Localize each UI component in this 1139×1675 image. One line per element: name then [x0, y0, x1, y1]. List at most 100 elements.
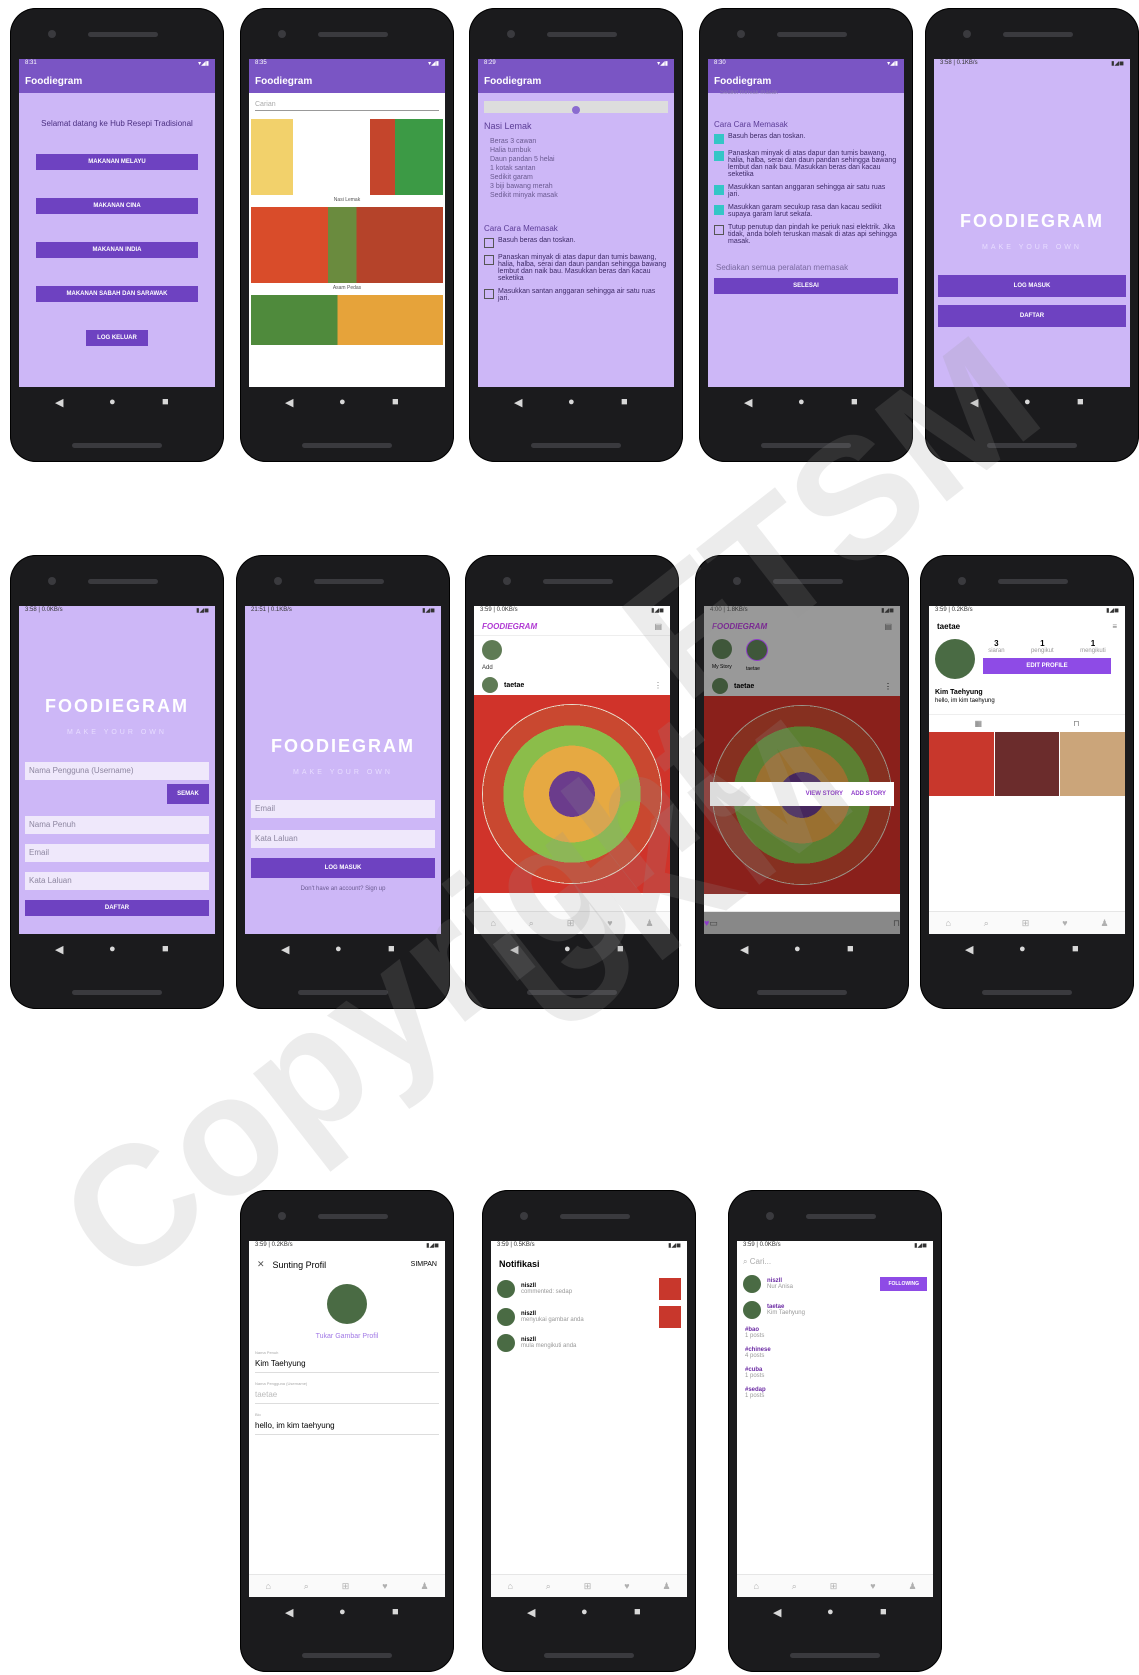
search-icon[interactable]: ⌕	[792, 1581, 797, 1592]
post-thumbnail[interactable]	[1060, 732, 1125, 796]
home-icon[interactable]: ●	[794, 943, 801, 955]
recents-icon[interactable]: ■	[388, 943, 395, 955]
home-icon[interactable]: ⌂	[945, 918, 950, 928]
check-username-button[interactable]: SEMAK	[167, 784, 209, 804]
post-image[interactable]	[474, 695, 670, 893]
back-icon[interactable]: ◀	[510, 943, 518, 956]
notification-item[interactable]: niszll menyukai gambar anda	[491, 1303, 687, 1331]
heart-icon[interactable]: ♥	[624, 1581, 629, 1591]
post-thumbnail[interactable]	[659, 1278, 681, 1300]
password-field[interactable]: Kata Laluan	[251, 830, 435, 848]
saved-icon[interactable]: ⊓	[1073, 719, 1079, 728]
menu-icon[interactable]: ≡	[1112, 622, 1117, 631]
step-checkbox[interactable]: Tutup penutup dan pindah ke periuk nasi …	[714, 224, 898, 245]
recents-icon[interactable]: ■	[847, 943, 854, 955]
recents-icon[interactable]: ■	[392, 1606, 399, 1618]
post-username[interactable]: taetae	[734, 683, 884, 690]
home-icon[interactable]: ⌂	[753, 1581, 758, 1591]
done-button[interactable]: SELESAI	[714, 278, 898, 294]
heart-icon[interactable]: ♥	[1062, 918, 1067, 928]
search-icon[interactable]: ⌕	[304, 1581, 309, 1592]
change-photo-link[interactable]: Tukar Gambar Profil	[249, 1333, 445, 1340]
recents-icon[interactable]: ■	[851, 396, 858, 408]
back-icon[interactable]: ◀	[740, 943, 748, 956]
heart-icon[interactable]: ♥	[607, 918, 612, 928]
post-image[interactable]: VIEW STORY ADD STORY	[704, 696, 900, 894]
more-icon[interactable]: ⋮	[884, 682, 892, 691]
recents-icon[interactable]: ■	[1077, 396, 1084, 408]
following-button[interactable]: FOLLOWING	[880, 1277, 927, 1291]
search-icon[interactable]: ⌕	[546, 1581, 551, 1592]
comment-icon[interactable]: ▭	[709, 918, 718, 929]
back-icon[interactable]: ◀	[281, 943, 289, 956]
bio-input[interactable]: hello, im kim taehyung	[255, 1417, 439, 1435]
hashtag-item[interactable]: #chinese 4 posts	[745, 1347, 925, 1359]
username-field[interactable]: Nama Pengguna (Username)	[25, 762, 209, 780]
back-icon[interactable]: ◀	[527, 1606, 535, 1619]
my-story-avatar[interactable]	[712, 639, 732, 659]
home-icon[interactable]: ⌂	[507, 1581, 512, 1591]
sabah-sarawak-food-button[interactable]: MAKANAN SABAH DAN SARAWAK	[36, 286, 198, 302]
save-button[interactable]: SIMPAN	[411, 1261, 437, 1268]
profile-icon[interactable]: ♟	[645, 918, 653, 929]
story-avatar[interactable]	[746, 639, 768, 661]
username-input[interactable]: taetae	[255, 1386, 439, 1404]
login-button[interactable]: LOG MASUK	[938, 275, 1126, 297]
recents-icon[interactable]: ■	[392, 396, 399, 408]
avatar[interactable]	[482, 677, 498, 693]
recents-icon[interactable]: ■	[621, 396, 628, 408]
heart-icon[interactable]: ♥	[870, 1581, 875, 1591]
notification-item[interactable]: niszll mula mengikuti anda	[491, 1331, 687, 1355]
post-thumbnail[interactable]	[659, 1306, 681, 1328]
recents-icon[interactable]: ■	[634, 1606, 641, 1618]
step-checkbox[interactable]: Panaskan minyak di atas dapur dan tumis …	[714, 150, 898, 178]
add-post-icon[interactable]: ⊞	[1022, 918, 1030, 929]
post-thumbnail[interactable]	[929, 732, 994, 796]
home-icon[interactable]: ●	[339, 1606, 346, 1618]
messages-icon[interactable]: ▤	[654, 622, 662, 631]
recents-icon[interactable]: ■	[162, 396, 169, 408]
step-checkbox[interactable]: Masukkan santan anggaran sehingga air sa…	[484, 288, 668, 302]
edit-profile-button[interactable]: EDIT PROFILE	[983, 658, 1111, 674]
avatar[interactable]	[712, 678, 728, 694]
search-input[interactable]: Cari...	[750, 1257, 771, 1266]
step-checkbox[interactable]: Basuh beras dan toskan.	[714, 133, 898, 144]
home-icon[interactable]: ●	[109, 943, 116, 955]
hashtag-item[interactable]: #sedap 1 posts	[745, 1387, 925, 1399]
register-button[interactable]: DAFTAR	[938, 305, 1126, 327]
back-icon[interactable]: ◀	[773, 1606, 781, 1619]
home-icon[interactable]: ●	[335, 943, 342, 955]
back-icon[interactable]: ◀	[514, 396, 522, 409]
add-post-icon[interactable]: ⊞	[567, 918, 575, 929]
notification-item[interactable]: niszll commented: sedap	[491, 1275, 687, 1303]
profile-icon[interactable]: ♟	[662, 1581, 670, 1592]
view-story-button[interactable]: VIEW STORY	[806, 791, 843, 797]
home-icon[interactable]: ●	[339, 396, 346, 408]
heart-icon[interactable]: ♥	[382, 1581, 387, 1591]
recents-icon[interactable]: ■	[1072, 943, 1079, 955]
grid-icon[interactable]: ▦	[975, 719, 983, 728]
logout-button[interactable]: LOG KELUAR	[86, 330, 148, 346]
register-button[interactable]: DAFTAR	[25, 900, 209, 916]
fullname-field[interactable]: Nama Penuh	[25, 816, 209, 834]
post-thumbnail[interactable]	[994, 732, 1060, 796]
back-icon[interactable]: ◀	[55, 396, 63, 409]
step-checkbox[interactable]: Masukkan santan anggaran sehingga air sa…	[714, 184, 898, 198]
fullname-input[interactable]: Kim Taehyung	[255, 1355, 439, 1373]
recipe-card[interactable]: Nasi Lemak	[251, 119, 443, 205]
add-story-button[interactable]: ADD STORY	[851, 791, 886, 797]
add-post-icon[interactable]: ⊞	[584, 1581, 592, 1592]
back-icon[interactable]: ◀	[970, 396, 978, 409]
back-icon[interactable]: ◀	[285, 396, 293, 409]
chinese-food-button[interactable]: MAKANAN CINA	[36, 198, 198, 214]
back-icon[interactable]: ◀	[55, 943, 63, 956]
search-icon[interactable]: ⌕	[529, 918, 534, 929]
hashtag-item[interactable]: #bao 1 posts	[745, 1327, 925, 1339]
home-icon[interactable]: ⌂	[490, 918, 495, 928]
back-icon[interactable]: ◀	[744, 396, 752, 409]
home-icon[interactable]: ●	[827, 1606, 834, 1618]
recents-icon[interactable]: ■	[880, 1606, 887, 1618]
profile-icon[interactable]: ♟	[1100, 918, 1108, 929]
malay-food-button[interactable]: MAKANAN MELAYU	[36, 154, 198, 170]
step-checkbox[interactable]: Masukkan garam secukup rasa dan kacau se…	[714, 204, 898, 218]
